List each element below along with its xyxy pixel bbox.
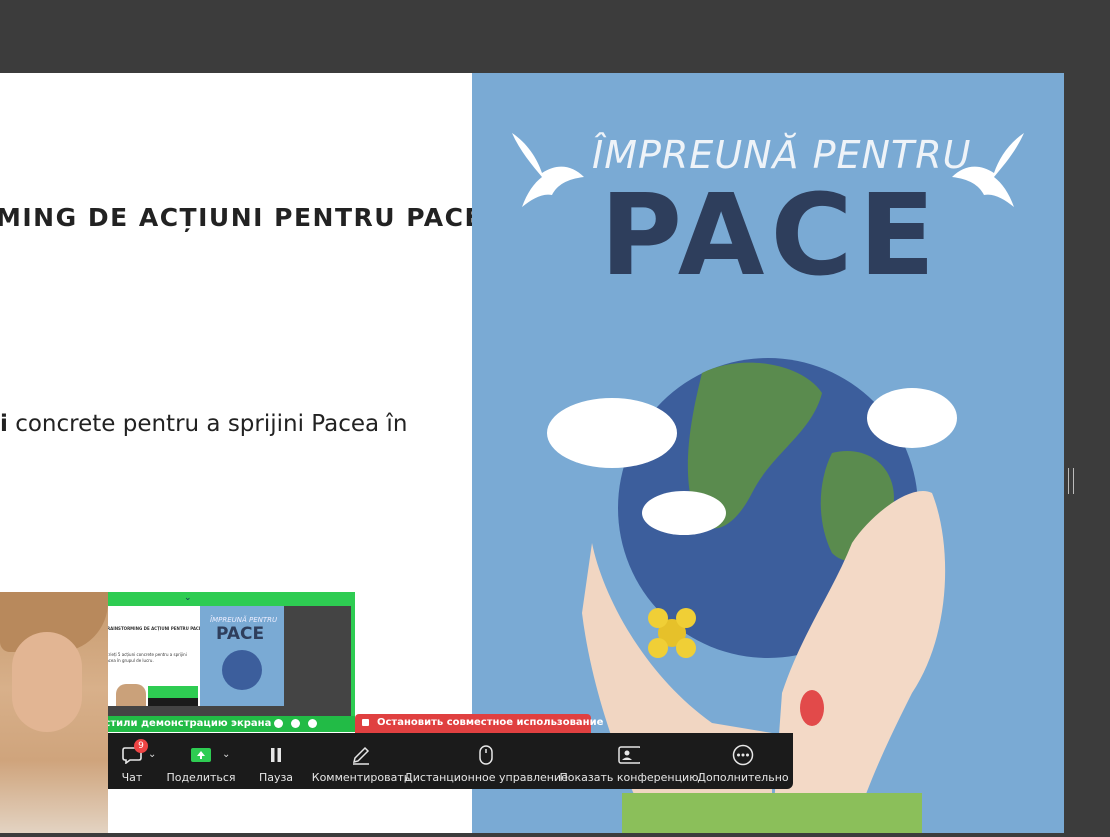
dove-left-icon bbox=[512, 133, 584, 207]
toolbar-chat-button[interactable]: Чат 9 bbox=[106, 733, 158, 789]
toolbar-pause-button[interactable]: Пауза bbox=[254, 733, 298, 789]
toolbar-annotate-label: Комментировать bbox=[311, 771, 411, 784]
toolbar-annotate-button[interactable]: Комментировать bbox=[312, 733, 410, 789]
preview-poster-main: PACE bbox=[216, 624, 265, 644]
preview-poster-top: ÎMPREUNĂ PENTRU bbox=[210, 616, 278, 624]
preview-webcam bbox=[116, 684, 146, 706]
preview-content: BRAINSTORMING DE ACȚIUNI PENTRU PACE Scr… bbox=[92, 606, 351, 718]
show-meeting-icon bbox=[618, 745, 640, 765]
meeting-toolbar: Чат 9 ⌄ Поделиться ⌄ Пауза Комментироват… bbox=[96, 733, 793, 789]
toolbar-more-button[interactable]: Дополнительно bbox=[697, 733, 789, 789]
preview-poster: ÎMPREUNĂ PENTRU PACE bbox=[200, 606, 284, 706]
slide-body-bold: i bbox=[0, 411, 8, 437]
chat-chevron-icon[interactable]: ⌄ bbox=[148, 749, 156, 760]
preview-heading: BRAINSTORMING DE ACȚIUNI PENTRU PACE bbox=[104, 626, 202, 631]
cloud-icon[interactable] bbox=[291, 719, 300, 728]
pencil-icon bbox=[350, 745, 372, 765]
stop-icon bbox=[362, 719, 369, 726]
toolbar-show-meeting-button[interactable]: Показать конференцию bbox=[560, 733, 698, 789]
preview-toolbar bbox=[148, 698, 198, 706]
toolbar-share-button[interactable]: Поделиться bbox=[166, 733, 236, 789]
chevron-down-icon[interactable]: ⌄ bbox=[184, 593, 192, 603]
share-status-bar: пустили демонстрацию экрана bbox=[88, 716, 355, 732]
slide-body-rest: concrete pentru a sprijini Pacea în bbox=[7, 411, 408, 437]
preview-slide: BRAINSTORMING DE ACȚIUNI PENTRU PACE Scr… bbox=[92, 606, 284, 706]
more-icon bbox=[732, 744, 754, 766]
share-status-text: пустили демонстрацию экрана bbox=[91, 718, 272, 729]
share-chevron-icon[interactable]: ⌄ bbox=[222, 749, 230, 760]
slide-heading: MING DE ACȚIUNI PENTRU PACE bbox=[0, 203, 484, 232]
window-right-edge bbox=[1064, 73, 1110, 833]
preview-body: Scrieți 5 acțiuni concrete pentru a spri… bbox=[104, 652, 187, 663]
toolbar-show-meeting-label: Показать конференцию bbox=[559, 771, 699, 784]
preview-globe bbox=[222, 650, 262, 690]
share-screen-icon bbox=[190, 745, 212, 765]
presenter-video bbox=[0, 592, 108, 833]
pause-icon bbox=[265, 745, 287, 765]
toolbar-pause-label: Пауза bbox=[258, 771, 294, 784]
resize-handle[interactable] bbox=[1068, 468, 1074, 494]
stop-share-button[interactable]: Остановить совместное использование bbox=[355, 714, 603, 733]
poster-title-main: PACE bbox=[600, 171, 942, 301]
toolbar-more-label: Дополнительно bbox=[697, 771, 789, 784]
shield-icon[interactable] bbox=[308, 719, 317, 728]
stop-share-label: Остановить совместное использование bbox=[377, 717, 604, 728]
toolbar-remote-control-button[interactable]: Дистанционное управление bbox=[404, 733, 568, 789]
chat-unread-badge: 9 bbox=[134, 739, 148, 753]
toolbar-chat-label: Чат bbox=[121, 771, 143, 784]
toolbar-share-label: Поделиться bbox=[166, 771, 236, 784]
slide-body-text: i concrete pentru a sprijini Pacea în bbox=[0, 411, 407, 437]
audio-icon[interactable] bbox=[274, 719, 283, 728]
preview-share-bar bbox=[148, 686, 198, 698]
toolbar-remote-control-label: Дистанционное управление bbox=[404, 771, 568, 784]
mouse-icon bbox=[475, 745, 497, 765]
presenter-face bbox=[12, 632, 82, 732]
share-preview[interactable]: ⌄ BRAINSTORMING DE ACȚIUNI PENTRU PACE S… bbox=[88, 592, 355, 732]
